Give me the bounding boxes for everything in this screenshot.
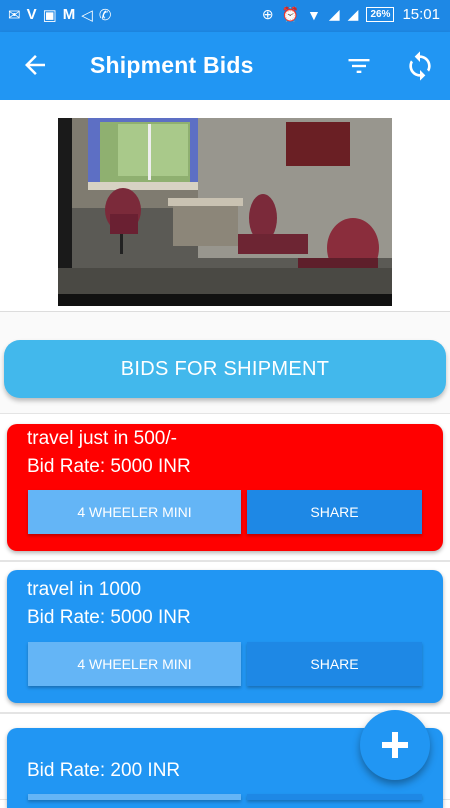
bid-card[interactable]: travel just in 500/- Bid Rate: 5000 INR … bbox=[7, 424, 443, 551]
battery-icon: 26% bbox=[366, 7, 395, 22]
wifi-icon: ▼ bbox=[307, 6, 321, 23]
signal-icon-2: ◢ bbox=[347, 6, 359, 22]
vehicle-type-button[interactable] bbox=[28, 794, 241, 800]
share-button[interactable] bbox=[247, 794, 422, 800]
mail-icon: ✉ bbox=[8, 7, 21, 24]
vehicle-type-button[interactable]: 4 WHEELER MINI bbox=[28, 490, 241, 534]
arrow-left-icon[interactable] bbox=[20, 50, 50, 80]
page-title: Shipment Bids bbox=[90, 52, 254, 78]
bid-title: travel just in 500/- bbox=[27, 428, 177, 449]
shipment-photo bbox=[58, 118, 392, 306]
share-button[interactable]: SHARE bbox=[247, 642, 422, 686]
bid-title: travel in 1000 bbox=[27, 579, 142, 600]
shipment-image-section bbox=[0, 100, 450, 312]
bids-for-shipment-button[interactable]: BIDS FOR SHIPMENT bbox=[4, 340, 446, 398]
signal-icon: ◢ bbox=[328, 6, 340, 22]
sync-icon[interactable] bbox=[404, 50, 436, 82]
alarm-icon: ⏰ bbox=[281, 6, 300, 22]
bid-rate: Bid Rate: 5000 INR bbox=[27, 456, 191, 477]
gmail-icon: M bbox=[62, 6, 76, 23]
phone-icon: ✆ bbox=[98, 7, 112, 24]
filter-icon[interactable] bbox=[345, 52, 373, 80]
notification-icons: ✉ V ▣ M ◁ ✆ bbox=[8, 6, 111, 24]
status-bar: ✉ V ▣ M ◁ ✆ ⊕ ⏰ ▼ ◢ ◢ 26% 15:01 bbox=[0, 0, 450, 32]
app-icon: ▣ bbox=[42, 7, 57, 24]
app-bar: Shipment Bids bbox=[0, 32, 450, 100]
plus-icon bbox=[382, 732, 408, 758]
add-bid-button[interactable] bbox=[360, 710, 430, 780]
bid-rate: Bid Rate: 200 INR bbox=[27, 760, 181, 781]
share-button[interactable]: SHARE bbox=[247, 490, 422, 534]
app-v-icon: V bbox=[26, 6, 37, 23]
vehicle-type-button[interactable]: 4 WHEELER MINI bbox=[28, 642, 241, 686]
app-icon-2: ◁ bbox=[81, 7, 93, 24]
data-saver-icon: ⊕ bbox=[261, 6, 274, 22]
system-icons: ⊕ ⏰ ▼ ◢ ◢ 26% 15:01 bbox=[262, 6, 440, 23]
clock: 15:01 bbox=[402, 6, 440, 23]
bid-rate: Bid Rate: 5000 INR bbox=[27, 607, 191, 628]
bid-card[interactable]: travel in 1000 Bid Rate: 5000 INR 4 WHEE… bbox=[7, 570, 443, 703]
